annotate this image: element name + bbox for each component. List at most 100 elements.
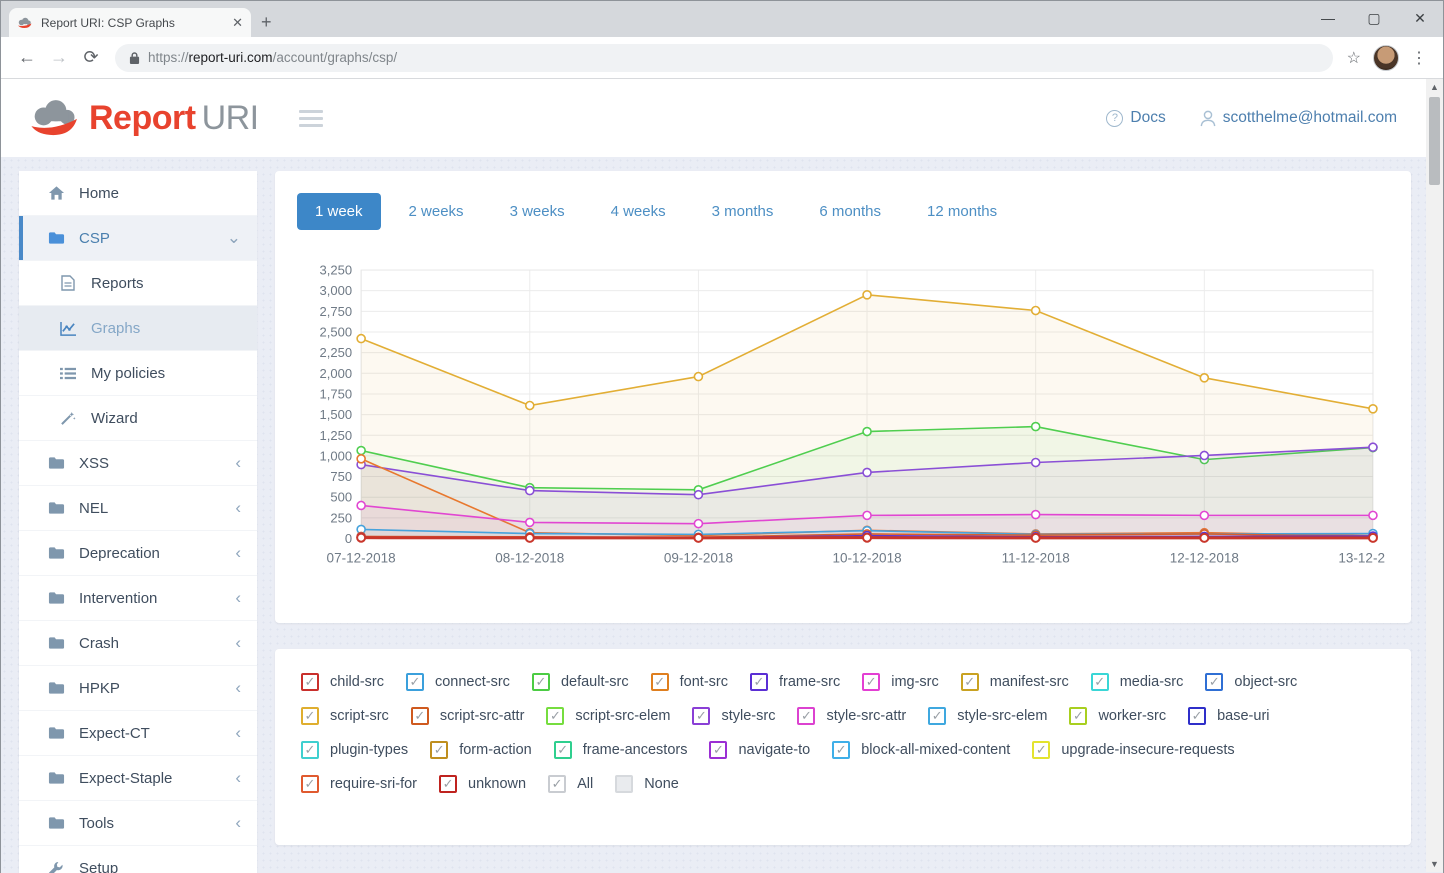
forward-button[interactable]: → xyxy=(43,47,75,68)
legend-checkbox-worker-src[interactable]: ✓worker-src xyxy=(1069,707,1166,725)
csp-line-chart[interactable]: 02505007501,0001,2501,5001,7502,0002,250… xyxy=(297,256,1385,577)
scroll-up-icon[interactable]: ▲ xyxy=(1430,79,1439,95)
sidebar-item-deprecation[interactable]: Deprecation‹ xyxy=(19,531,257,576)
legend-checkbox-child-src[interactable]: ✓child-src xyxy=(301,673,384,691)
window-close-button[interactable]: ✕ xyxy=(1397,1,1443,37)
sidebar-item-reports[interactable]: Reports xyxy=(19,261,257,306)
legend-checkbox-script-src[interactable]: ✓script-src xyxy=(301,707,389,725)
window-maximize-button[interactable]: ▢ xyxy=(1351,1,1397,37)
legend-checkbox-object-src[interactable]: ✓object-src xyxy=(1205,673,1297,691)
legend-checkbox-style-src-attr[interactable]: ✓style-src-attr xyxy=(797,707,906,725)
legend-checkbox-img-src[interactable]: ✓img-src xyxy=(862,673,939,691)
legend-checkbox-navigate-to[interactable]: ✓navigate-to xyxy=(709,741,810,759)
legend-checkbox-manifest-src[interactable]: ✓manifest-src xyxy=(961,673,1069,691)
sidebar-item-nel[interactable]: NEL‹ xyxy=(19,486,257,531)
scroll-down-icon[interactable]: ▼ xyxy=(1430,856,1439,872)
legend-label: style-src-elem xyxy=(957,708,1047,724)
url-bar[interactable]: https://report-uri.com/account/graphs/cs… xyxy=(115,44,1333,72)
svg-text:250: 250 xyxy=(330,510,352,525)
sidebar-item-intervention[interactable]: Intervention‹ xyxy=(19,576,257,621)
legend-checkbox-frame-src[interactable]: ✓frame-src xyxy=(750,673,840,691)
sidebar-item-csp[interactable]: CSP⌄ xyxy=(19,216,257,261)
checkbox-checked-icon: ✓ xyxy=(862,673,880,691)
checkbox-checked-icon: ✓ xyxy=(928,707,946,725)
back-button[interactable]: ← xyxy=(11,47,43,68)
file-icon xyxy=(59,275,77,291)
svg-text:08-12-2018: 08-12-2018 xyxy=(495,551,564,566)
sidebar-item-label: Wizard xyxy=(91,410,138,427)
user-email: scotthelme@hotmail.com xyxy=(1223,109,1397,127)
checkbox-checked-icon: ✓ xyxy=(301,775,319,793)
sidebar-item-label: Tools xyxy=(79,815,114,832)
bookmark-star-icon[interactable]: ☆ xyxy=(1347,48,1361,68)
legend-checkbox-upgrade-insecure-requests[interactable]: ✓upgrade-insecure-requests xyxy=(1032,741,1234,759)
sidebar-item-home[interactable]: Home xyxy=(19,171,257,216)
tab-4-weeks[interactable]: 4 weeks xyxy=(593,193,684,230)
browser-toolbar: ← → ⟳ https://report-uri.com/account/gra… xyxy=(1,37,1443,79)
sidebar-item-label: Graphs xyxy=(91,320,140,337)
tab-3-months[interactable]: 3 months xyxy=(694,193,792,230)
legend-checkbox-block-all-mixed-content[interactable]: ✓block-all-mixed-content xyxy=(832,741,1010,759)
svg-text:750: 750 xyxy=(330,469,352,484)
checkbox-checked-icon: ✓ xyxy=(532,673,550,691)
hamburger-menu-icon[interactable] xyxy=(299,110,323,127)
legend-checkbox-connect-src[interactable]: ✓connect-src xyxy=(406,673,510,691)
new-tab-button[interactable]: + xyxy=(261,12,272,33)
report-uri-logo[interactable]: ReportURI xyxy=(29,99,259,138)
legend-checkbox-script-src-attr[interactable]: ✓script-src-attr xyxy=(411,707,525,725)
legend-label: frame-ancestors xyxy=(583,742,688,758)
browser-profile-avatar[interactable] xyxy=(1373,45,1399,71)
sidebar-item-label: HPKP xyxy=(79,680,120,697)
legend-checkbox-all[interactable]: ✓All xyxy=(548,775,593,793)
legend-checkbox-unknown[interactable]: ✓unknown xyxy=(439,775,526,793)
sidebar-item-crash[interactable]: Crash‹ xyxy=(19,621,257,666)
tab-12-months[interactable]: 12 months xyxy=(909,193,1015,230)
legend-label: plugin-types xyxy=(330,742,408,758)
account-menu[interactable]: scotthelme@hotmail.com xyxy=(1200,109,1397,127)
svg-text:09-12-2018: 09-12-2018 xyxy=(664,551,733,566)
time-range-tabs: 1 week 2 weeks 3 weeks 4 weeks 3 months6 mon… xyxy=(297,193,1385,230)
tab-6-months[interactable]: 6 months xyxy=(801,193,899,230)
folder-icon xyxy=(47,456,65,470)
sidebar-item-my-policies[interactable]: My policies xyxy=(19,351,257,396)
legend-label: worker-src xyxy=(1098,708,1166,724)
legend-checkbox-script-src-elem[interactable]: ✓script-src-elem xyxy=(546,707,670,725)
legend-checkbox-base-uri[interactable]: ✓base-uri xyxy=(1188,707,1269,725)
browser-menu-icon[interactable]: ⋮ xyxy=(1411,48,1427,68)
legend-checkbox-frame-ancestors[interactable]: ✓frame-ancestors xyxy=(554,741,688,759)
browser-tab[interactable]: Report URI: CSP Graphs ✕ xyxy=(9,8,251,37)
sidebar-item-tools[interactable]: Tools ‹ xyxy=(19,801,257,846)
chevron-down-icon: ⌄ xyxy=(227,233,241,243)
sidebar-item-wizard[interactable]: Wizard xyxy=(19,396,257,441)
page-scrollbar[interactable]: ▲ ▼ xyxy=(1426,79,1443,872)
legend-checkbox-style-src[interactable]: ✓style-src xyxy=(692,707,775,725)
sidebar-item-expect-staple[interactable]: Expect-Staple‹ xyxy=(19,756,257,801)
docs-link[interactable]: ? Docs xyxy=(1106,109,1165,127)
sidebar-item-expect-ct[interactable]: Expect-CT‹ xyxy=(19,711,257,756)
legend-checkbox-font-src[interactable]: ✓font-src xyxy=(651,673,728,691)
tab-close-icon[interactable]: ✕ xyxy=(232,15,243,31)
sidebar-item-setup[interactable]: Setup xyxy=(19,846,257,873)
window-minimize-button[interactable]: — xyxy=(1305,1,1351,37)
sidebar-item-hpkp[interactable]: HPKP‹ xyxy=(19,666,257,711)
legend-checkbox-require-sri-for[interactable]: ✓require-sri-for xyxy=(301,775,417,793)
legend-label: object-src xyxy=(1234,674,1297,690)
legend-checkbox-none[interactable]: None xyxy=(615,775,679,793)
checkbox-checked-icon: ✓ xyxy=(797,707,815,725)
chevron-left-icon: ‹ xyxy=(235,818,241,828)
tab-2-weeks[interactable]: 2 weeks xyxy=(391,193,482,230)
tab-3-weeks[interactable]: 3 weeks xyxy=(492,193,583,230)
scrollbar-thumb[interactable] xyxy=(1429,97,1440,185)
legend-checkbox-style-src-elem[interactable]: ✓ style-src-elem xyxy=(928,707,1047,725)
sidebar-item-xss[interactable]: XSS‹ xyxy=(19,441,257,486)
checkbox-checked-icon: ✓ xyxy=(301,673,319,691)
sidebar-item-graphs[interactable]: Graphs xyxy=(19,306,257,351)
chevron-left-icon: ‹ xyxy=(235,458,241,468)
legend-checkbox-plugin-types[interactable]: ✓plugin-types xyxy=(301,741,408,759)
checkbox-checked-icon: ✓ xyxy=(548,775,566,793)
reload-button[interactable]: ⟳ xyxy=(75,47,107,68)
legend-checkbox-default-src[interactable]: ✓default-src xyxy=(532,673,629,691)
legend-checkbox-media-src[interactable]: ✓media-src xyxy=(1091,673,1184,691)
tab-1-week[interactable]: 1 week xyxy=(297,193,381,230)
legend-checkbox-form-action[interactable]: ✓form-action xyxy=(430,741,532,759)
